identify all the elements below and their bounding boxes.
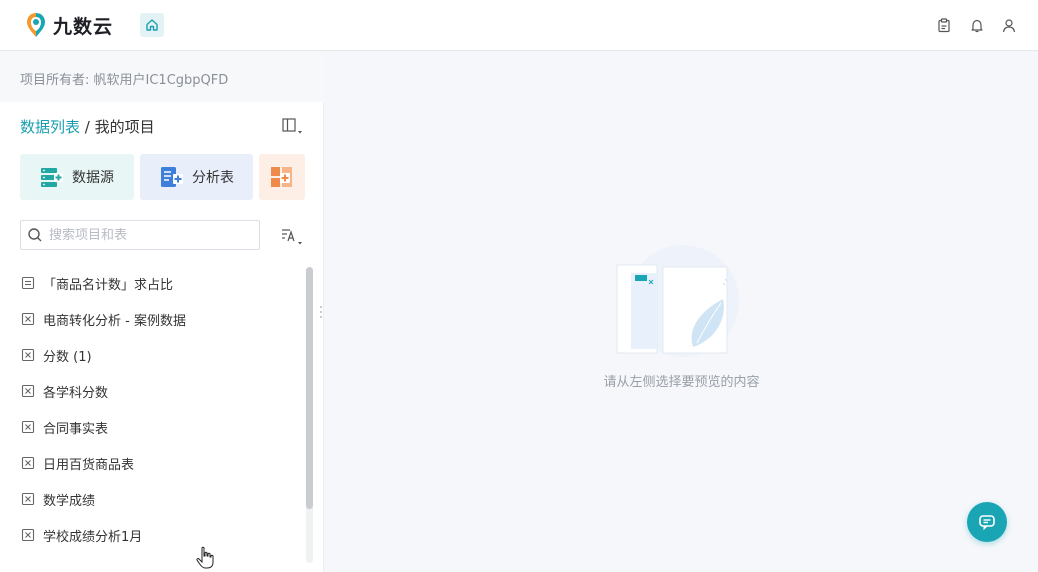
chat-icon [979, 515, 995, 531]
breadcrumb-separator: / [80, 118, 95, 136]
empty-state-text: 请从左侧选择要预览的内容 [603, 375, 760, 390]
excel-icon [21, 456, 35, 470]
list-item-label: 学校成绩分析1月 [43, 529, 143, 545]
project-sidebar: 项目所有者: 帆软用户IC1CgbpQFD 数据列表 / 我的项目 数据源 分析… [0, 51, 324, 572]
list-item-label: 数学成绩 [43, 493, 96, 509]
notification-button[interactable] [968, 16, 986, 34]
excel-icon [21, 312, 35, 326]
project-owner-label: 项目所有者: 帆软用户IC1CgbpQFD [20, 73, 229, 88]
excel-icon [21, 384, 35, 398]
add-analysis-table-button[interactable]: 分析表 [140, 154, 253, 200]
app-logo[interactable]: 九数云 [25, 11, 113, 39]
list-item[interactable]: 分数 (1) [0, 337, 304, 373]
hand-cursor-icon [196, 546, 214, 569]
add-dashboard-button[interactable] [259, 154, 305, 200]
excel-icon [21, 420, 35, 434]
layout-toggle-icon[interactable] [281, 117, 303, 135]
list-item[interactable]: 各学科分数 [0, 373, 304, 409]
logo-icon [27, 13, 45, 37]
list-item[interactable]: 「商品名计数」求占比 [0, 265, 304, 301]
logo-text: 九数云 [53, 15, 114, 38]
search-input[interactable] [49, 227, 249, 243]
sheet-icon [21, 276, 35, 290]
list-item-label: 「商品名计数」求占比 [43, 277, 174, 293]
panel-resize-handle[interactable] [319, 305, 323, 319]
list-item[interactable]: 合同事实表 [0, 409, 304, 445]
list-item[interactable]: 电商转化分析 - 案例数据 [0, 301, 304, 337]
user-icon [1002, 18, 1016, 32]
breadcrumb: 数据列表 / 我的项目 [20, 116, 155, 137]
list-item-label: 日用百货商品表 [43, 457, 135, 473]
list-item-label: 各学科分数 [43, 385, 109, 401]
user-menu-button[interactable] [1000, 16, 1018, 34]
list-item[interactable]: 数学成绩 [0, 481, 304, 517]
excel-icon [21, 528, 35, 542]
excel-icon [21, 492, 35, 506]
breadcrumb-root-link[interactable]: 数据列表 [20, 118, 80, 136]
empty-state-illustration [616, 245, 739, 357]
analysis-button-label: 分析表 [192, 170, 234, 186]
datasource-add-icon [41, 168, 63, 187]
list-item-label: 电商转化分析 - 案例数据 [43, 313, 186, 329]
search-box [20, 220, 260, 250]
add-datasource-button[interactable]: 数据源 [20, 154, 134, 200]
excel-icon [21, 348, 35, 362]
clipboard-icon [938, 17, 950, 32]
bell-icon [971, 19, 983, 32]
sort-icon[interactable] [281, 227, 305, 245]
home-icon [146, 19, 158, 31]
home-button[interactable] [140, 13, 164, 37]
datasource-button-label: 数据源 [72, 170, 114, 186]
list-item[interactable]: 日用百货商品表 [0, 445, 304, 481]
list-scrollbar[interactable] [306, 267, 313, 563]
top-header: 九数云 [0, 0, 1038, 51]
list-item-label: 合同事实表 [43, 421, 109, 437]
list-item-label: 分数 (1) [43, 349, 92, 365]
clipboard-button[interactable] [935, 16, 953, 34]
list-item[interactable]: 学校成绩分析1月 [0, 517, 304, 553]
dashboard-add-icon [271, 167, 292, 187]
scrollbar-thumb[interactable] [306, 267, 313, 509]
project-table-list: 「商品名计数」求占比 电商转化分析 - 案例数据 分数 (1) 各学科分数 合同… [0, 265, 304, 553]
search-icon [28, 228, 42, 242]
customer-service-button[interactable] [967, 502, 1007, 542]
preview-area: 请从左侧选择要预览的内容 [325, 51, 1038, 572]
owner-bar: 项目所有者: 帆软用户IC1CgbpQFD [0, 51, 324, 102]
breadcrumb-current: 我的项目 [94, 118, 155, 136]
analysis-add-icon [161, 167, 183, 187]
